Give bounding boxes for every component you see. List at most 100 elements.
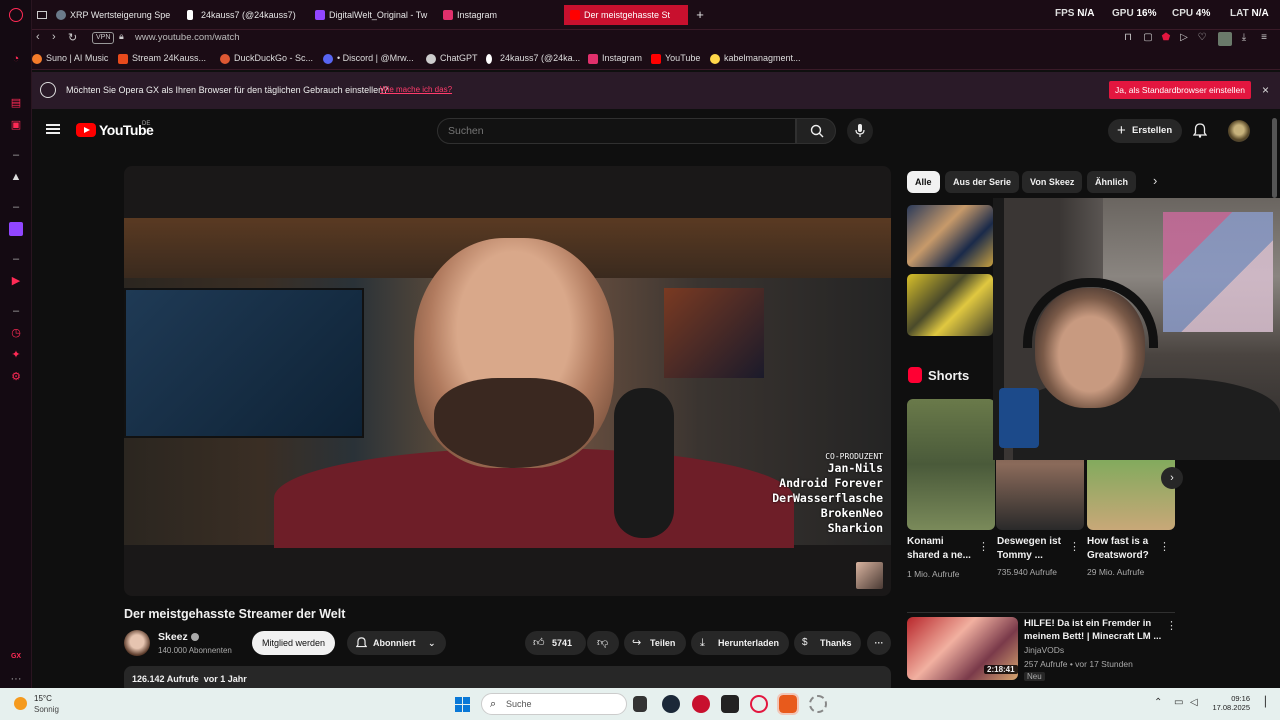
short-thumbnail[interactable] [907, 399, 995, 530]
more-vert-icon[interactable]: ⋮ [1159, 540, 1170, 553]
page-scrollbar[interactable] [1272, 118, 1277, 198]
more-vert-icon[interactable]: ⋮ [1166, 619, 1177, 632]
share-button[interactable]: ↪ Teilen [624, 631, 686, 655]
extensions-icon[interactable]: ✦ [9, 348, 23, 362]
tab-youtube-active[interactable]: Der meistgehasste St [564, 5, 688, 25]
chevron-right-icon[interactable]: › [1153, 173, 1157, 188]
chip-related[interactable]: Ähnlich [1087, 171, 1136, 193]
description-box[interactable]: 126.142 Aufrufe vor 1 Jahr [124, 666, 891, 688]
tab-instagram[interactable]: Instagram [441, 5, 511, 25]
shield-icon[interactable]: ⬟ [1160, 32, 1172, 44]
windows-start-icon[interactable] [455, 697, 470, 712]
vpn-badge[interactable]: VPN [92, 32, 115, 44]
reload-icon[interactable]: ↻ [68, 31, 77, 44]
twitch-icon[interactable] [9, 222, 23, 236]
more-actions-button[interactable]: ··· [867, 631, 891, 655]
url-field[interactable]: www.youtube.com/watch [135, 32, 240, 43]
steam-icon[interactable] [662, 695, 680, 713]
menu-icon[interactable]: ≡ [1258, 32, 1270, 44]
new-tab-button[interactable]: + [692, 5, 708, 25]
play-icon[interactable]: ▷ [1178, 32, 1190, 44]
app-red-icon[interactable] [692, 695, 710, 713]
more-icon[interactable]: ··· [9, 672, 23, 686]
hamburger-menu-icon[interactable] [46, 124, 60, 134]
clock[interactable]: 09:16 17.08.2025 [1208, 694, 1250, 712]
history-icon[interactable]: ◷ [9, 326, 23, 340]
chevron-right-icon[interactable]: › [1161, 467, 1183, 489]
bookmark-instagram[interactable]: Instagram [588, 53, 642, 64]
network-icon[interactable]: ▭ [1174, 697, 1183, 708]
taskbar-search[interactable]: ⌕ Suche [481, 693, 627, 715]
youtube-logo-icon[interactable] [76, 123, 96, 137]
account-avatar[interactable] [1228, 120, 1250, 142]
active-app-icon[interactable] [777, 693, 799, 715]
chip-from-channel[interactable]: Von Skeez [1022, 171, 1083, 193]
opera-gx-icon[interactable] [750, 695, 768, 713]
dislike-button[interactable]: 👎︎ [587, 631, 619, 655]
notifications-icon[interactable]: ▕ [1258, 697, 1266, 708]
channel-avatar[interactable] [124, 630, 150, 656]
bookmark-youtube[interactable]: YouTube [651, 53, 700, 64]
settings-icon[interactable]: ⚙ [9, 370, 23, 384]
banner-help-link[interactable]: Wie mache ich das? [380, 85, 452, 94]
recommended-channel[interactable]: JinjaVODs [1024, 645, 1064, 655]
set-default-button[interactable]: Ja, als Standardbrowser einstellen [1109, 81, 1251, 99]
sun-icon[interactable] [14, 697, 27, 710]
task-view-icon[interactable] [633, 696, 647, 712]
search-box[interactable] [437, 118, 796, 144]
join-button[interactable]: Mitglied werden [252, 631, 336, 655]
close-icon[interactable]: × [1262, 83, 1269, 97]
weather-temperature[interactable]: 15°C [34, 694, 52, 703]
chevron-up-icon[interactable]: ⌃ [1154, 697, 1162, 708]
weather-description[interactable]: Sonnig [34, 705, 59, 714]
more-vert-icon[interactable]: ⋮ [978, 540, 989, 553]
tab-xrp[interactable]: XRP Wertsteigerung Spe [54, 5, 170, 25]
more-vert-icon[interactable]: ⋮ [1069, 540, 1080, 553]
gx-corner-icon[interactable]: ▣ [9, 118, 23, 132]
download-button[interactable]: ⤓ Herunterladen [691, 631, 789, 655]
aria-icon[interactable]: ▲ [9, 170, 23, 184]
snapshot-icon[interactable]: ▢ [1142, 32, 1154, 44]
thanks-button[interactable]: $ Thanks [794, 631, 861, 655]
bookmark-kabelmanagment[interactable]: kabelmanagment... [710, 53, 801, 64]
recommended-video-title[interactable]: HILFE! Da ist ein Fremder in meinem Bett… [1024, 617, 1164, 643]
subscribed-button[interactable]: Abonniert ⌄ [347, 631, 446, 655]
search-input[interactable] [448, 125, 778, 137]
download-icon[interactable]: ⤓ [1238, 32, 1250, 44]
bookmark-chatgpt[interactable]: ChatGPT [426, 53, 478, 64]
pin-icon[interactable]: ⊓ [1122, 32, 1134, 44]
back-icon[interactable]: ‹ [36, 31, 40, 43]
search-button[interactable] [796, 118, 836, 144]
like-button[interactable]: 👍︎ 5741 [525, 631, 586, 655]
notifications-bell-icon[interactable] [1193, 123, 1207, 138]
video-player[interactable]: CO-PRODUZENT Jan-Nils Android Forever De… [124, 166, 891, 596]
channel-name[interactable]: Skeez [158, 631, 199, 643]
opera-logo-icon[interactable] [9, 8, 23, 22]
settings-gear-icon[interactable] [809, 695, 827, 713]
speed-dial-icon[interactable]: ◔ [9, 52, 23, 66]
epic-games-icon[interactable] [721, 695, 739, 713]
tab-tiktok[interactable]: 24kauss7 (@24kauss7) | [185, 5, 297, 25]
short-title[interactable]: Konami shared a ne... [907, 535, 979, 563]
volume-icon[interactable]: ◁ [1190, 697, 1198, 708]
recommended-video-thumbnail[interactable] [907, 205, 993, 267]
voice-search-button[interactable] [847, 118, 873, 144]
bookmark-suno[interactable]: Suno | AI Music [32, 53, 108, 64]
workspace-icon[interactable] [34, 5, 50, 25]
bookmark-tiktok[interactable]: 24kauss7 (@24ka... [486, 53, 580, 64]
player-icon[interactable]: ▶ [9, 274, 23, 288]
bookmark-stream[interactable]: Stream 24Kauss... [118, 53, 206, 64]
bookmark-duckduckgo[interactable]: DuckDuckGo - Sc... [220, 53, 313, 64]
gx-control-icon[interactable]: ▤ [9, 96, 23, 110]
chip-all[interactable]: Alle [907, 171, 940, 193]
tab-twitch[interactable]: DigitalWelt_Original - Tw [313, 5, 431, 25]
bookmark-discord[interactable]: • Discord | @Mrw... [323, 53, 414, 64]
profile-icon[interactable] [1218, 32, 1232, 46]
gx-icon[interactable]: GX [9, 650, 23, 664]
forward-icon[interactable]: › [52, 31, 56, 43]
heart-icon[interactable]: ♡ [1196, 32, 1208, 44]
chip-series[interactable]: Aus der Serie [945, 171, 1020, 193]
recommended-video-thumbnail[interactable] [907, 274, 993, 336]
lock-icon[interactable]: 🔒︎ [119, 31, 124, 42]
channel-watermark[interactable] [856, 562, 883, 589]
